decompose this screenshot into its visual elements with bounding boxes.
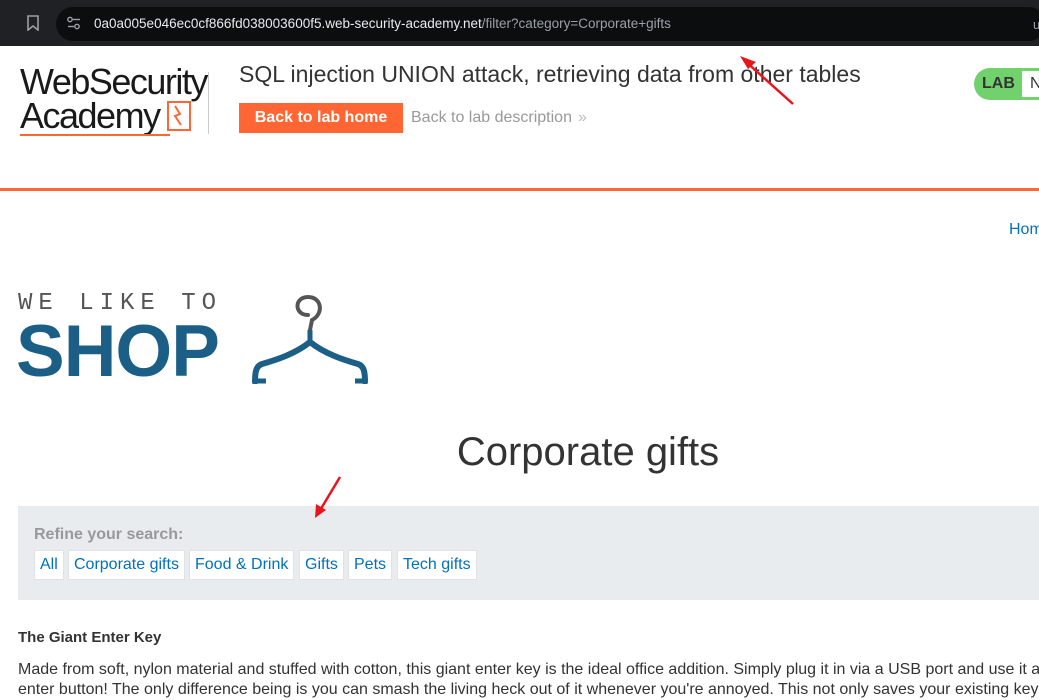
filter-gifts[interactable]: Gifts <box>299 550 344 580</box>
product-name: The Giant Enter Key <box>18 629 162 646</box>
lab-badge-label: LAB <box>982 75 1015 92</box>
refine-search-label: Refine your search: <box>34 526 184 543</box>
double-chevron-right-icon: » <box>577 109 587 126</box>
product-description-line1: Made from soft, nylon material and stuff… <box>18 661 1039 678</box>
url-text[interactable]: 0a0a005e046ec0cf866fd038003600f5.web-sec… <box>94 16 671 31</box>
back-to-lab-description-link[interactable]: Back to lab description » <box>411 109 587 127</box>
shop-wordmark: SHOP <box>16 311 220 392</box>
annotation-arrow-filter <box>315 476 342 518</box>
back-description-label: Back to lab description <box>411 109 572 126</box>
bookmark-icon[interactable] <box>26 15 40 36</box>
filter-all[interactable]: All <box>34 550 64 580</box>
annotation-arrow-url <box>740 56 794 105</box>
filter-pets[interactable]: Pets <box>348 550 393 580</box>
home-link[interactable]: Hom <box>1009 221 1039 239</box>
url-path: /filter?category=Corporate+gifts <box>481 16 671 31</box>
logo-underline <box>20 134 170 136</box>
header-divider <box>208 72 209 134</box>
product-description: Made from soft, nylon material and stuff… <box>18 660 1039 700</box>
filter-tech-gifts[interactable]: Tech gifts <box>397 550 477 580</box>
toolbar-overflow-text: u <box>1033 17 1039 32</box>
academy-logo[interactable]: WebSecurity Academy <box>20 61 208 136</box>
product-description-line2: enter button! The only difference being … <box>18 681 1039 698</box>
back-to-lab-home-button[interactable]: Back to lab home <box>239 103 403 133</box>
logo-bolt-icon <box>167 101 191 131</box>
logo-line1: WebSecurity <box>20 61 208 102</box>
shop-logo: WE LIKE TO SHOP <box>16 290 368 392</box>
lab-status-text: N <box>1030 75 1039 92</box>
hanger-icon <box>250 292 375 389</box>
filter-food-drink[interactable]: Food & Drink <box>189 550 295 580</box>
browser-toolbar: 0a0a005e046ec0cf866fd038003600f5.web-sec… <box>0 0 1039 46</box>
page-title: Corporate gifts <box>456 430 720 474</box>
filter-corporate-gifts[interactable]: Corporate gifts <box>68 550 185 580</box>
site-settings-icon[interactable] <box>66 16 82 35</box>
url-host: 0a0a005e046ec0cf866fd038003600f5.web-sec… <box>94 16 482 31</box>
